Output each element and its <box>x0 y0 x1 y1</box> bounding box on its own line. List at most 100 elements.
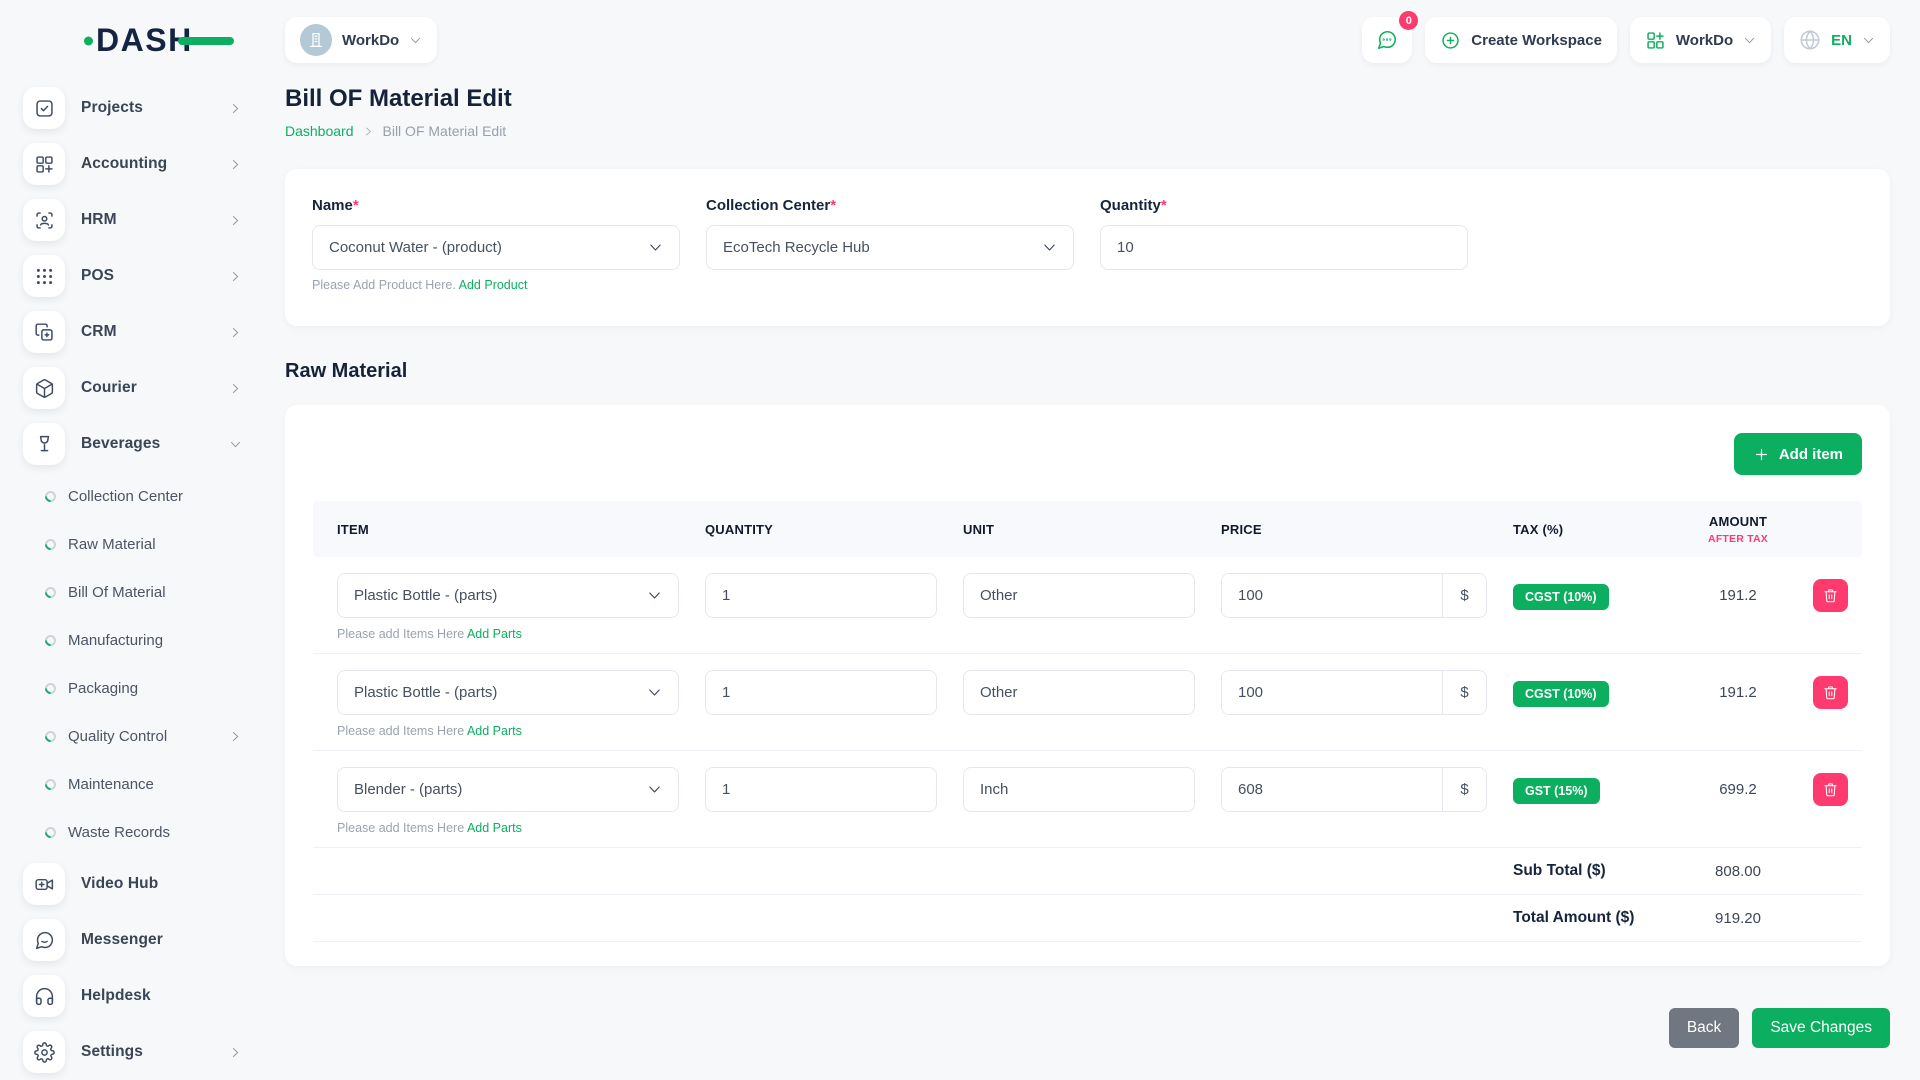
unit-cell <box>963 670 1221 715</box>
sidebar-subitem-collection-center[interactable]: Collection Center <box>45 472 242 520</box>
required-asterisk: * <box>353 197 359 214</box>
breadcrumb-dashboard-link[interactable]: Dashboard <box>285 123 354 139</box>
video-camera-icon <box>23 863 65 905</box>
item-select[interactable]: Blender - (parts) <box>337 767 679 812</box>
chevron-down-icon <box>1862 34 1875 47</box>
add-item-button[interactable]: Add item <box>1734 433 1862 475</box>
add-item-row: Add item <box>313 433 1862 475</box>
actions-cell <box>1813 767 1858 806</box>
currency-suffix: $ <box>1442 768 1486 811</box>
product-name-select[interactable]: Coconut Water - (product) <box>312 225 680 270</box>
create-workspace-label: Create Workspace <box>1471 32 1602 49</box>
table-row: Blender - (parts) Please add Items Here … <box>313 751 1862 848</box>
language-selector[interactable]: EN <box>1784 17 1890 63</box>
row-unit-input[interactable] <box>963 670 1195 715</box>
create-workspace-button[interactable]: Create Workspace <box>1425 17 1617 63</box>
sidebar-item-hrm[interactable]: HRM <box>23 192 242 248</box>
row-unit-input[interactable] <box>963 767 1195 812</box>
sidebar-item-projects[interactable]: Projects <box>23 80 242 136</box>
row-price-input[interactable] <box>1222 574 1442 617</box>
page-head: Bill OF Material Edit Dashboard Bill OF … <box>285 85 1890 139</box>
dash-logo[interactable]: DASH <box>0 0 260 80</box>
currency-suffix: $ <box>1442 574 1486 617</box>
item-helper-text: Please add Items Here <box>337 821 464 835</box>
amount-value: 191.2 <box>1663 670 1813 701</box>
price-input-group: $ <box>1221 670 1487 715</box>
breadcrumb-current: Bill OF Material Edit <box>383 123 507 139</box>
sidebar-item-crm[interactable]: CRM <box>23 304 242 360</box>
delete-row-button[interactable] <box>1813 579 1848 612</box>
add-parts-link[interactable]: Add Parts <box>467 724 522 738</box>
sidebar-item-messenger[interactable]: Messenger <box>23 912 242 968</box>
sidebar-item-pos[interactable]: POS <box>23 248 242 304</box>
tax-cell: CGST (10%) <box>1513 670 1663 707</box>
item-select[interactable]: Plastic Bottle - (parts) <box>337 670 679 715</box>
delete-row-button[interactable] <box>1813 773 1848 806</box>
sidebar-item-label: Beverages <box>81 435 213 453</box>
sidebar-item-accounting[interactable]: Accounting <box>23 136 242 192</box>
add-product-link[interactable]: Add Product <box>459 278 528 292</box>
row-quantity-input[interactable] <box>705 573 937 618</box>
chevron-right-icon <box>229 270 242 283</box>
messenger-chat-icon <box>23 919 65 961</box>
sidebar-subitem-waste-records[interactable]: Waste Records <box>45 808 242 856</box>
collection-center-select[interactable]: EcoTech Recycle Hub <box>706 225 1074 270</box>
sidebar-item-beverages[interactable]: Beverages <box>23 416 242 472</box>
quantity-input[interactable] <box>1100 225 1468 270</box>
bullet-icon <box>43 824 59 840</box>
chevron-down-icon <box>1743 34 1756 47</box>
pos-grid-dots-icon <box>23 255 65 297</box>
sidebar-subitem-packaging[interactable]: Packaging <box>45 664 242 712</box>
add-parts-link[interactable]: Add Parts <box>467 627 522 641</box>
sidebar-item-label: CRM <box>81 323 213 341</box>
currency-suffix: $ <box>1442 671 1486 714</box>
raw-material-section-title: Raw Material <box>285 360 1890 383</box>
price-input-group: $ <box>1221 767 1487 812</box>
chevron-down-icon <box>647 782 662 797</box>
sidebar-item-label: Video Hub <box>81 875 242 893</box>
chevron-down-icon <box>409 34 422 47</box>
table-row: Plastic Bottle - (parts) Please add Item… <box>313 557 1862 654</box>
sidebar-item-video-hub[interactable]: Video Hub <box>23 856 242 912</box>
delete-row-button[interactable] <box>1813 676 1848 709</box>
sidebar-subitem-label: Waste Records <box>68 824 242 841</box>
back-button[interactable]: Back <box>1669 1008 1739 1048</box>
sidebar-subitem-manufacturing[interactable]: Manufacturing <box>45 616 242 664</box>
sidebar-item-settings[interactable]: Settings <box>23 1024 242 1080</box>
total-amount-row: Total Amount ($) 919.20 <box>313 895 1862 942</box>
product-name-value: Coconut Water - (product) <box>329 239 502 256</box>
row-unit-input[interactable] <box>963 573 1195 618</box>
collection-center-label: Collection Center* <box>706 197 1074 214</box>
item-helper-text: Please add Items Here <box>337 627 464 641</box>
row-price-input[interactable] <box>1222 768 1442 811</box>
table-header-row: ITEM QUANTITY UNIT PRICE TAX (%) AMOUNT … <box>313 501 1862 557</box>
sidebar-subitem-raw-material[interactable]: Raw Material <box>45 520 242 568</box>
grid-plus-icon <box>1645 30 1666 51</box>
account-menu[interactable]: WorkDo <box>1630 17 1771 63</box>
sidebar-item-label: Helpdesk <box>81 987 242 1005</box>
sidebar-subitem-bill-of-material[interactable]: Bill Of Material <box>45 568 242 616</box>
row-quantity-input[interactable] <box>705 767 937 812</box>
save-changes-button[interactable]: Save Changes <box>1752 1008 1890 1048</box>
sidebar-item-courier[interactable]: Courier <box>23 360 242 416</box>
workspace-switcher[interactable]: WorkDo <box>285 17 437 63</box>
quantity-cell <box>705 767 963 812</box>
sidebar-subitem-maintenance[interactable]: Maintenance <box>45 760 242 808</box>
page-title: Bill OF Material Edit <box>285 85 1890 113</box>
sidebar-subitem-label: Maintenance <box>68 776 242 793</box>
row-quantity-input[interactable] <box>705 670 937 715</box>
item-value: Plastic Bottle - (parts) <box>354 684 497 701</box>
sidebar-item-helpdesk[interactable]: Helpdesk <box>23 968 242 1024</box>
sidebar-item-label: Projects <box>81 99 213 117</box>
add-parts-link[interactable]: Add Parts <box>467 821 522 835</box>
row-price-input[interactable] <box>1222 671 1442 714</box>
item-helper: Please add Items Here Add Parts <box>337 821 679 835</box>
item-cell: Plastic Bottle - (parts) Please add Item… <box>337 670 705 738</box>
chevron-right-icon <box>229 102 242 115</box>
chevron-down-icon <box>1042 240 1057 255</box>
sidebar-subitem-label: Raw Material <box>68 536 242 553</box>
subtotal-row: Sub Total ($) 808.00 <box>313 848 1862 895</box>
sidebar-subitem-quality-control[interactable]: Quality Control <box>45 712 242 760</box>
messages-button[interactable]: 0 <box>1362 17 1412 63</box>
item-select[interactable]: Plastic Bottle - (parts) <box>337 573 679 618</box>
